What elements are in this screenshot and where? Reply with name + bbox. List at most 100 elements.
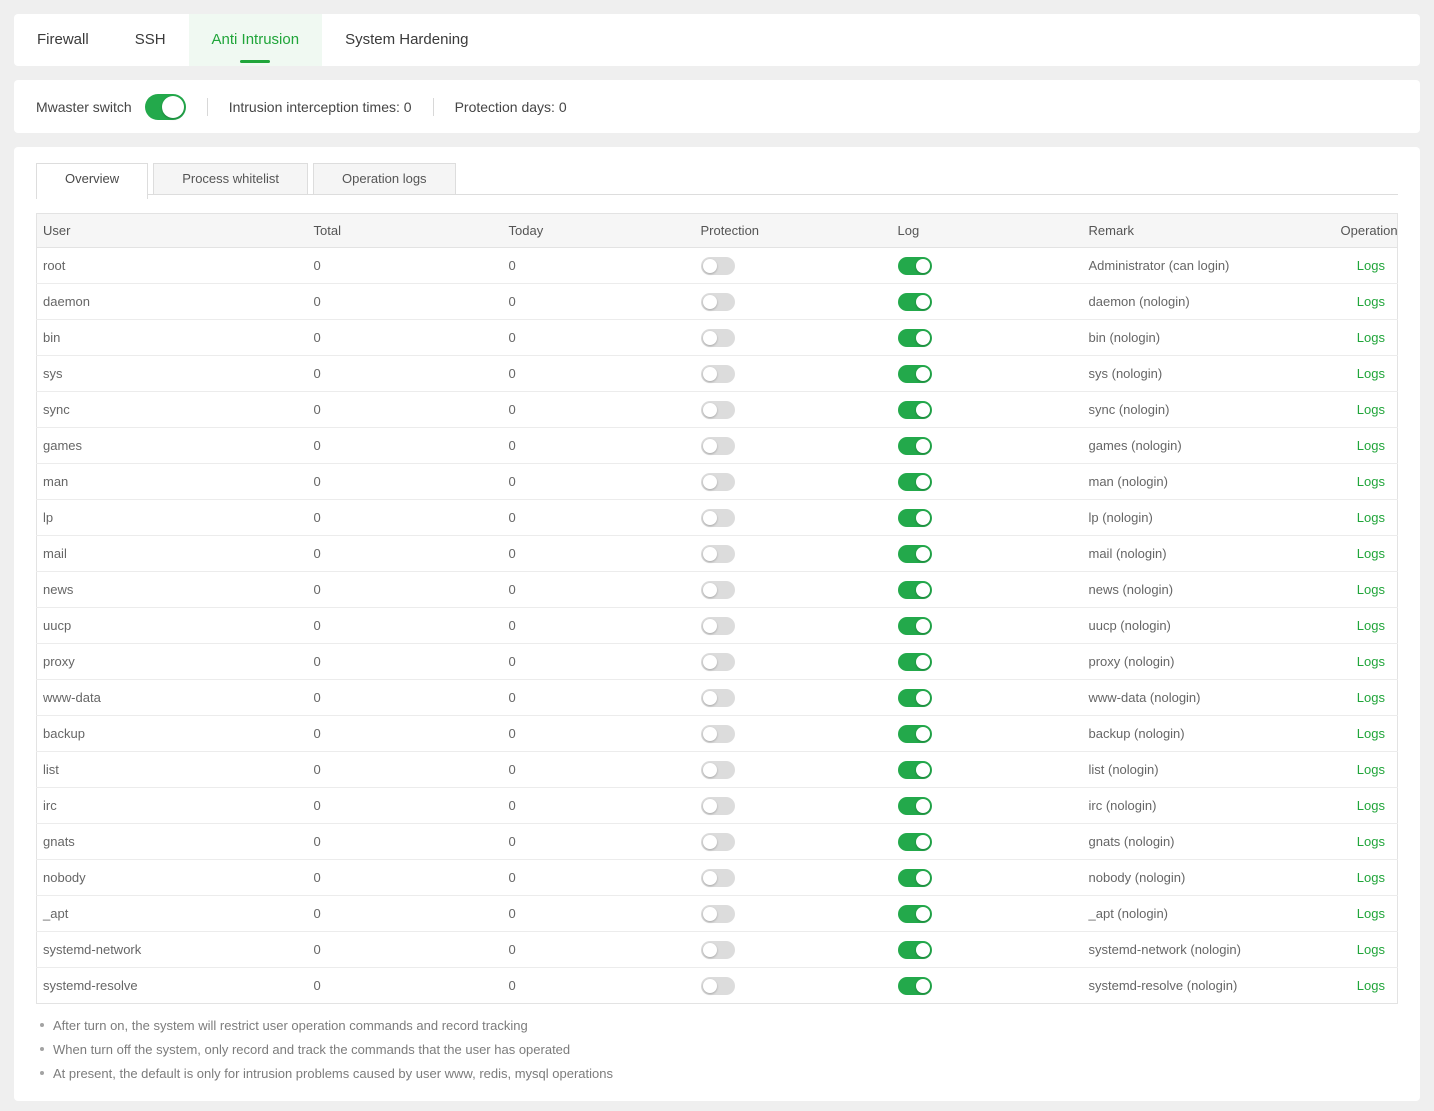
logs-link[interactable]: Logs: [1357, 798, 1385, 813]
log-toggle[interactable]: [898, 941, 932, 959]
interception-times-stat: Intrusion interception times: 0: [229, 99, 412, 115]
logs-link[interactable]: Logs: [1357, 582, 1385, 597]
logs-link[interactable]: Logs: [1357, 906, 1385, 921]
subtab-process-whitelist[interactable]: Process whitelist: [153, 163, 308, 195]
log-toggle[interactable]: [898, 401, 932, 419]
divider: [207, 98, 208, 116]
logs-link[interactable]: Logs: [1357, 762, 1385, 777]
toggle-knob: [703, 835, 717, 849]
logs-link[interactable]: Logs: [1357, 330, 1385, 345]
logs-link[interactable]: Logs: [1357, 942, 1385, 957]
log-toggle[interactable]: [898, 761, 932, 779]
log-toggle[interactable]: [898, 257, 932, 275]
log-toggle[interactable]: [898, 653, 932, 671]
logs-link[interactable]: Logs: [1357, 474, 1385, 489]
logs-link[interactable]: Logs: [1357, 438, 1385, 453]
toggle-knob: [916, 871, 930, 885]
total-count: 0: [308, 932, 503, 968]
logs-link[interactable]: Logs: [1357, 546, 1385, 561]
protection-toggle[interactable]: [701, 761, 735, 779]
log-toggle[interactable]: [898, 617, 932, 635]
total-count: 0: [308, 716, 503, 752]
protection-toggle[interactable]: [701, 257, 735, 275]
logs-link[interactable]: Logs: [1357, 258, 1385, 273]
remark: man (nologin): [1083, 464, 1335, 500]
protection-toggle[interactable]: [701, 797, 735, 815]
log-toggle[interactable]: [898, 437, 932, 455]
logs-link[interactable]: Logs: [1357, 834, 1385, 849]
remark: uucp (nologin): [1083, 608, 1335, 644]
table-row: systemd-resolve 0 0 systemd-resolve (nol…: [37, 968, 1398, 1004]
user-name: lp: [37, 500, 308, 536]
remark: sys (nologin): [1083, 356, 1335, 392]
log-toggle[interactable]: [898, 797, 932, 815]
subtab-operation-logs[interactable]: Operation logs: [313, 163, 456, 195]
protection-toggle[interactable]: [701, 689, 735, 707]
toggle-knob: [916, 691, 930, 705]
protection-toggle[interactable]: [701, 473, 735, 491]
protection-toggle[interactable]: [701, 581, 735, 599]
protection-toggle[interactable]: [701, 977, 735, 995]
protection-toggle[interactable]: [701, 833, 735, 851]
tab-firewall[interactable]: Firewall: [14, 14, 112, 66]
page: Firewall SSH Anti Intrusion System Harde…: [0, 0, 1434, 1111]
table-row: _apt 0 0 _apt (nologin) Logs: [37, 896, 1398, 932]
log-toggle[interactable]: [898, 869, 932, 887]
log-toggle[interactable]: [898, 581, 932, 599]
toggle-knob: [703, 331, 717, 345]
log-toggle[interactable]: [898, 473, 932, 491]
log-toggle[interactable]: [898, 293, 932, 311]
master-switch-bar: Mwaster switch Intrusion interception ti…: [14, 80, 1420, 133]
protection-toggle[interactable]: [701, 329, 735, 347]
logs-link[interactable]: Logs: [1357, 726, 1385, 741]
logs-link[interactable]: Logs: [1357, 366, 1385, 381]
protection-toggle[interactable]: [701, 365, 735, 383]
today-count: 0: [503, 536, 695, 572]
protection-toggle[interactable]: [701, 941, 735, 959]
protection-toggle[interactable]: [701, 509, 735, 527]
logs-link[interactable]: Logs: [1357, 618, 1385, 633]
logs-link[interactable]: Logs: [1357, 402, 1385, 417]
logs-link[interactable]: Logs: [1357, 978, 1385, 993]
toggle-knob: [703, 403, 717, 417]
log-toggle[interactable]: [898, 725, 932, 743]
log-toggle[interactable]: [898, 329, 932, 347]
anti-intrusion-panel: Overview Process whitelist Operation log…: [14, 147, 1420, 1101]
logs-link[interactable]: Logs: [1357, 294, 1385, 309]
tab-anti-intrusion[interactable]: Anti Intrusion: [189, 14, 323, 66]
logs-link[interactable]: Logs: [1357, 510, 1385, 525]
logs-link[interactable]: Logs: [1357, 870, 1385, 885]
user-name: systemd-network: [37, 932, 308, 968]
subtab-overview[interactable]: Overview: [36, 163, 148, 199]
protection-toggle[interactable]: [701, 653, 735, 671]
log-toggle[interactable]: [898, 977, 932, 995]
protection-toggle[interactable]: [701, 545, 735, 563]
logs-link[interactable]: Logs: [1357, 690, 1385, 705]
protection-toggle[interactable]: [701, 869, 735, 887]
protection-toggle[interactable]: [701, 437, 735, 455]
tab-system-hardening[interactable]: System Hardening: [322, 14, 491, 66]
log-toggle[interactable]: [898, 689, 932, 707]
log-toggle[interactable]: [898, 833, 932, 851]
protection-toggle[interactable]: [701, 401, 735, 419]
toggle-knob: [703, 871, 717, 885]
remark: list (nologin): [1083, 752, 1335, 788]
protection-toggle[interactable]: [701, 293, 735, 311]
master-switch-toggle[interactable]: [145, 94, 186, 120]
protection-toggle[interactable]: [701, 905, 735, 923]
tab-ssh[interactable]: SSH: [112, 14, 189, 66]
note-item: At present, the default is only for intr…: [36, 1061, 1398, 1085]
table-row: nobody 0 0 nobody (nologin) Logs: [37, 860, 1398, 896]
log-toggle[interactable]: [898, 545, 932, 563]
protection-toggle[interactable]: [701, 725, 735, 743]
remark: nobody (nologin): [1083, 860, 1335, 896]
log-toggle[interactable]: [898, 365, 932, 383]
log-toggle[interactable]: [898, 905, 932, 923]
user-name: irc: [37, 788, 308, 824]
logs-link[interactable]: Logs: [1357, 654, 1385, 669]
user-name: sync: [37, 392, 308, 428]
total-count: 0: [308, 572, 503, 608]
user-name: systemd-resolve: [37, 968, 308, 1004]
protection-toggle[interactable]: [701, 617, 735, 635]
log-toggle[interactable]: [898, 509, 932, 527]
